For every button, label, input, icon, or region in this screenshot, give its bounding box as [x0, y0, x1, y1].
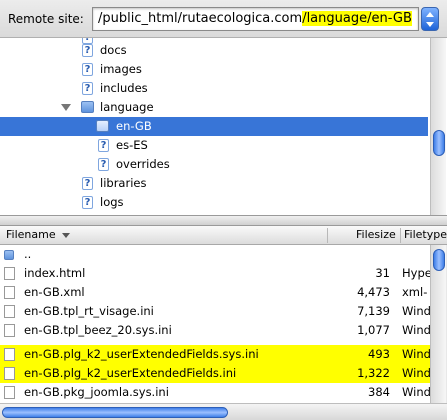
remote-site-path-field[interactable]: /public_html/rutaecologica.com/language/… — [92, 7, 419, 31]
list-horizontal-scrollbar[interactable] — [0, 403, 447, 420]
question-folder-icon: ? — [82, 63, 93, 76]
file-size: 1,077 — [357, 323, 390, 337]
tree-item-label: logs — [100, 195, 124, 209]
remote-path-prefix: /public_html/rutaecologica.com — [98, 11, 303, 26]
question-folder-icon: ? — [82, 177, 93, 190]
tree-item-overrides[interactable]: ? overrides — [0, 155, 428, 174]
file-size: 384 — [368, 385, 390, 399]
list-vertical-scrollbar[interactable] — [430, 245, 446, 403]
list-item[interactable]: en-GB.pkg_joomla.sys.ini 384 Wind — [0, 383, 430, 402]
tree-item-label: language — [100, 100, 154, 114]
chevron-up-icon — [426, 12, 434, 17]
file-icon — [4, 305, 15, 318]
column-header-filetype[interactable]: Filetype — [404, 226, 447, 244]
file-list-header: Filename Filesize Filetype — [0, 226, 447, 245]
list-item[interactable]: index.html 31 Hype — [0, 264, 430, 283]
file-icon — [4, 367, 15, 380]
file-size: 31 — [375, 266, 390, 280]
folder-icon — [81, 101, 94, 113]
ftp-remote-browser: Remote site: /public_html/rutaecologica.… — [0, 0, 447, 420]
list-item[interactable]: en-GB.tpl_rt_visage.ini 7,139 Wind — [0, 302, 430, 321]
tree-item-label: libraries — [100, 176, 147, 190]
file-size: 7,139 — [357, 304, 390, 318]
file-icon — [4, 286, 15, 299]
tree-item-label: includes — [100, 81, 148, 95]
file-name: en-GB.xml — [24, 285, 85, 299]
column-separator[interactable] — [400, 228, 401, 243]
file-name: index.html — [24, 266, 86, 280]
tree-item-logs[interactable]: ? logs — [0, 193, 428, 212]
list-item-highlighted[interactable]: en-GB.plg_k2_userExtendedFields.ini 1,32… — [0, 364, 430, 383]
list-item-highlighted[interactable]: en-GB.plg_k2_userExtendedFields.sys.ini … — [0, 345, 430, 364]
file-name: en-GB.plg_k2_userExtendedFields.ini — [24, 366, 237, 380]
tree-item-includes[interactable]: ? includes — [0, 79, 428, 98]
file-type: Wind — [402, 304, 430, 318]
disclosure-triangle-icon[interactable] — [61, 104, 71, 111]
column-header-filename-label: Filename — [6, 228, 56, 241]
tree-item-label: docs — [100, 43, 127, 57]
file-icon — [4, 386, 15, 399]
column-header-filesize[interactable]: Filesize — [356, 226, 396, 244]
tree-scrollbar-thumb[interactable] — [433, 130, 445, 156]
file-name: en-GB.tpl_rt_visage.ini — [24, 304, 154, 318]
chevron-down-icon — [426, 22, 434, 27]
file-name: en-GB.plg_k2_userExtendedFields.sys.ini — [24, 347, 259, 361]
list-item[interactable]: en-GB.tpl_beez_20.sys.ini 1,077 Wind — [0, 321, 430, 340]
file-size: 1,322 — [357, 366, 390, 380]
list-item[interactable]: en-GB.xml 4,473 xml- — [0, 283, 430, 302]
question-folder-icon: ? — [98, 158, 109, 171]
file-type: Wind — [402, 366, 430, 380]
file-size: 493 — [368, 347, 390, 361]
tree-item-en-gb[interactable]: en-GB — [0, 117, 428, 136]
question-folder-icon: ? — [82, 44, 93, 57]
folder-icon — [4, 250, 14, 260]
tree-vertical-scrollbar[interactable] — [430, 38, 446, 215]
file-type: Hype — [402, 266, 430, 280]
horizontal-scrollbar-thumb[interactable] — [2, 407, 228, 418]
file-type: Wind — [402, 347, 430, 361]
question-folder-icon: ? — [82, 196, 93, 209]
file-type: Wind — [402, 323, 430, 337]
file-name: .. — [24, 247, 32, 261]
file-icon — [4, 324, 15, 337]
question-folder-icon: ? — [82, 82, 93, 95]
file-name: en-GB.tpl_beez_20.sys.ini — [24, 323, 172, 337]
tree-item-language[interactable]: language — [0, 98, 428, 117]
tree-item-label: en-GB — [116, 119, 152, 133]
tree-item-libraries[interactable]: ? libraries — [0, 174, 428, 193]
list-item-parent[interactable]: .. — [0, 245, 430, 264]
list-scrollbar-thumb[interactable] — [433, 249, 445, 271]
file-icon — [4, 267, 15, 280]
column-header-filename[interactable]: Filename — [6, 226, 70, 244]
file-size: 4,473 — [357, 285, 390, 299]
remote-path-highlight: /language/en-GB — [302, 11, 412, 26]
sort-descending-icon — [61, 232, 70, 238]
tree-item-docs[interactable]: ? docs — [0, 41, 428, 60]
tree-item-label: images — [100, 62, 142, 76]
folder-icon — [96, 120, 109, 132]
tree-item-label: overrides — [116, 157, 170, 171]
tree-item-es-es[interactable]: ? es-ES — [0, 136, 428, 155]
tree-item-images[interactable]: ? images — [0, 60, 428, 79]
file-type: Wind — [402, 385, 430, 399]
tree-item-label: es-ES — [116, 138, 148, 152]
remote-site-bar: Remote site: /public_html/rutaecologica.… — [0, 0, 447, 38]
remote-directory-tree: ? ? docs ? images ? includes language en… — [0, 38, 447, 216]
file-name: en-GB.pkg_joomla.sys.ini — [24, 385, 169, 399]
file-type: xml- — [402, 285, 428, 299]
remote-site-dropdown-button[interactable] — [421, 7, 439, 31]
question-folder-icon: ? — [98, 139, 109, 152]
remote-site-label: Remote site: — [8, 12, 84, 26]
remote-file-list: .. index.html 31 Hype en-GB.xml 4,473 xm… — [0, 245, 430, 403]
column-separator[interactable] — [327, 228, 328, 243]
file-icon — [4, 348, 15, 361]
pane-splitter[interactable] — [0, 216, 447, 226]
